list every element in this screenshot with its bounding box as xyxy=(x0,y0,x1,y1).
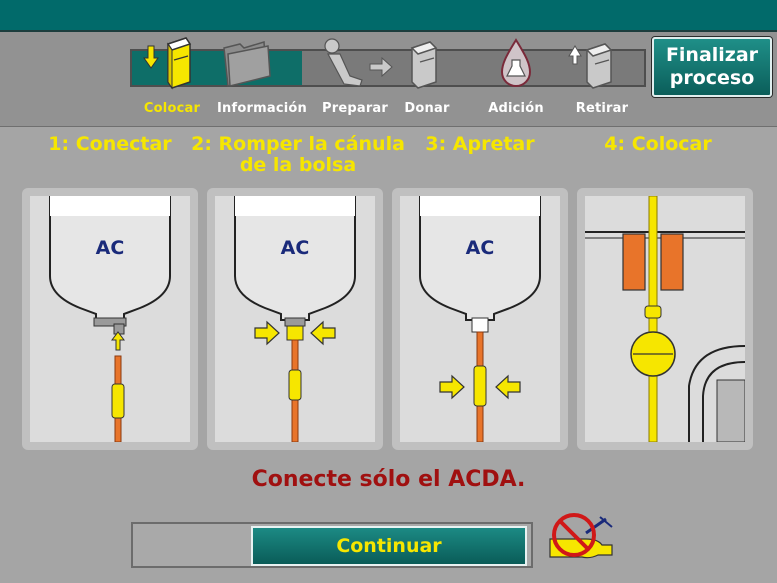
step-label-prepare[interactable]: Preparar xyxy=(320,101,390,116)
finish-label-line1: Finalizar xyxy=(665,44,759,66)
instruction-panel-break-cannula: AC xyxy=(207,188,383,450)
donate-icon[interactable] xyxy=(406,36,446,90)
place-kit-icon[interactable] xyxy=(140,36,200,90)
info-folder-icon[interactable] xyxy=(218,36,274,90)
instruction-panel-place xyxy=(577,188,753,450)
warning-message: Conecte sólo el ACDA. xyxy=(251,467,526,492)
instruction-title-3: 3: Apretar xyxy=(425,133,535,155)
remove-kit-icon[interactable] xyxy=(563,36,623,90)
finish-procedure-button[interactable]: Finalizar proceso xyxy=(652,37,772,97)
bag-label-ac: AC xyxy=(281,237,310,259)
prepare-donor-icon[interactable] xyxy=(320,36,400,90)
bag-label-ac: AC xyxy=(96,237,125,259)
addition-drop-icon[interactable] xyxy=(496,36,536,90)
instruction-panel-connect: AC xyxy=(22,188,198,450)
break-cannula-illustration: AC xyxy=(215,196,375,443)
bag-label-ac: AC xyxy=(466,237,495,259)
continue-button[interactable]: Continuar xyxy=(251,526,527,566)
squeeze-illustration: AC xyxy=(400,196,560,443)
instruction-title-4: 4: Colocar xyxy=(604,133,712,155)
step-label-donate[interactable]: Donar xyxy=(400,101,454,116)
top-status-bar xyxy=(0,0,777,32)
step-label-addition[interactable]: Adición xyxy=(484,101,548,116)
connect-illustration: AC xyxy=(30,196,190,443)
place-line-illustration xyxy=(585,195,746,443)
instruction-title-2: 2: Romper la cánula de la bolsa xyxy=(191,133,405,176)
no-donor-connected-icon xyxy=(549,513,613,559)
step-label-info[interactable]: Información xyxy=(214,101,310,116)
finish-label-line2: proceso xyxy=(669,67,755,89)
instruction-title-1: 1: Conectar xyxy=(48,133,172,155)
instruction-panel-squeeze: AC xyxy=(392,188,568,450)
step-label-place[interactable]: Colocar xyxy=(140,101,204,116)
step-label-remove[interactable]: Retirar xyxy=(570,101,634,116)
